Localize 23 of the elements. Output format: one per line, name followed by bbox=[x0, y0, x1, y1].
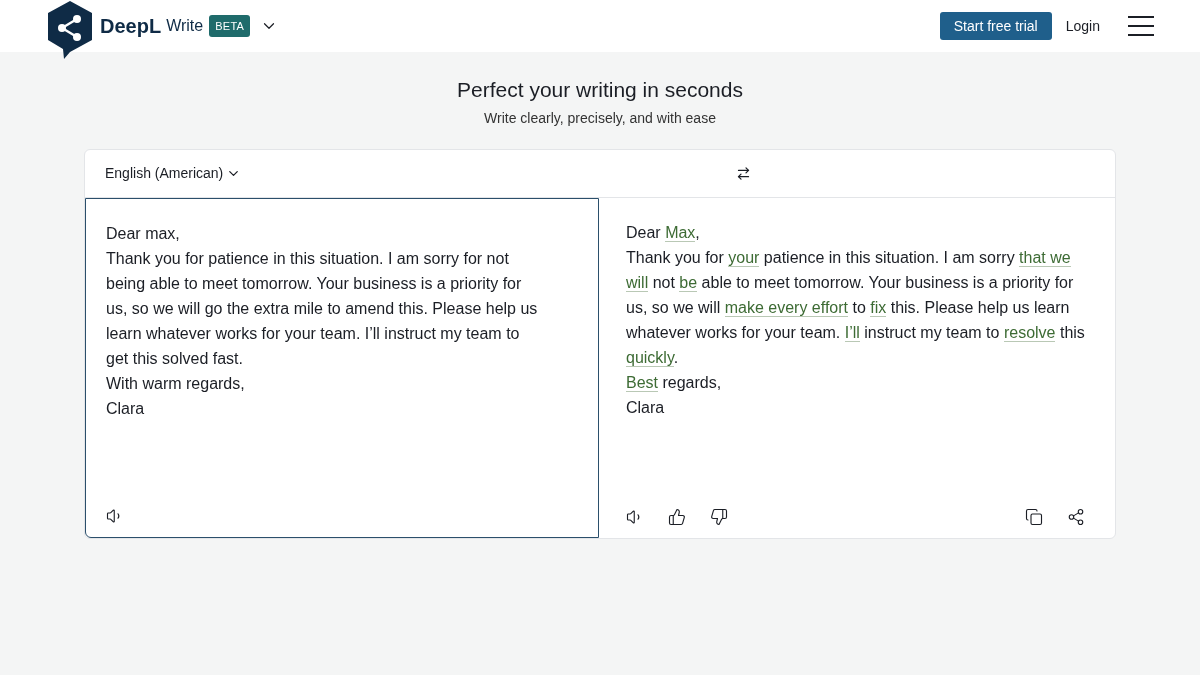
hero-subtitle: Write clearly, precisely, and with ease bbox=[484, 108, 716, 128]
brand-name: DeepL bbox=[100, 14, 162, 39]
source-text-area[interactable] bbox=[85, 197, 599, 538]
copy-icon[interactable] bbox=[1025, 507, 1043, 526]
menu-button[interactable] bbox=[1128, 16, 1154, 36]
source-paragraph: Dear max, bbox=[106, 223, 181, 244]
improved-paragraph: Best regards, bbox=[626, 372, 723, 394]
hero-title: Perfect your writing in seconds bbox=[457, 77, 743, 103]
source-paragraph: With warm regards, bbox=[106, 373, 246, 394]
language-dropdown[interactable]: English (American) bbox=[105, 162, 242, 184]
login-link[interactable]: Login bbox=[1065, 15, 1100, 37]
improved-paragraph: Dear Max, bbox=[626, 222, 701, 244]
thumbs-up-icon[interactable] bbox=[668, 507, 686, 526]
source-paragraph: Thank you for patience in this situation. I am sorry for not being able to meet tomorrow. Your business is a priority for us, so we will go the extra mile to amend this. Please help us learn whatever works for your team. I’ll instruct my team to get this solved fast. bbox=[106, 248, 538, 369]
share-icon[interactable] bbox=[1067, 507, 1085, 526]
thumbs-down-icon[interactable] bbox=[710, 507, 728, 526]
product-name: Write bbox=[166, 16, 204, 36]
improved-paragraph: Clara bbox=[626, 397, 666, 418]
source-paragraph: Clara bbox=[106, 398, 146, 419]
swap-icon[interactable] bbox=[736, 165, 752, 181]
improved-paragraph: Thank you for your patience in this situation. I am sorry that we will not be able to meet tomorrow. Your business is a priority for us, so we will make every effort to fix this. Please help us learn whatever works for your team. I’ll instruct my team to resolve this quickly. bbox=[626, 247, 1086, 369]
start-trial-button[interactable]: Start free trial bbox=[939, 12, 1052, 40]
beta-badge: BETA bbox=[209, 14, 251, 38]
